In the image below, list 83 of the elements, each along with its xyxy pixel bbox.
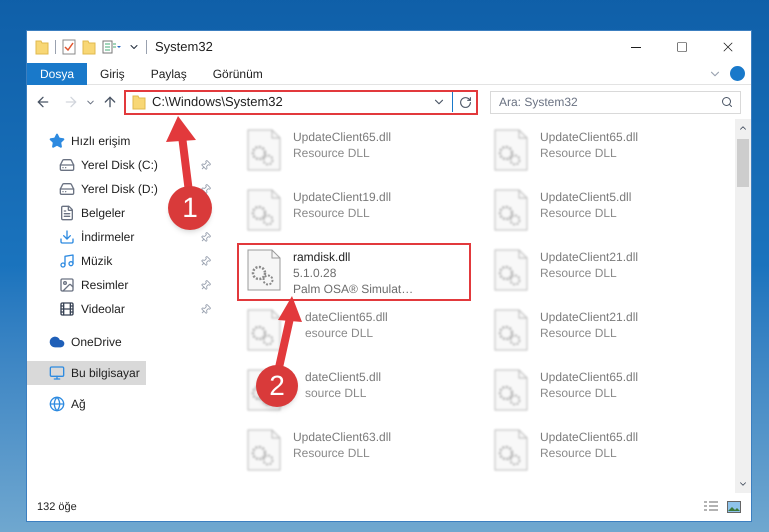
file-name[interactable]: UpdateClient65.dll — [293, 129, 392, 145]
help-icon[interactable] — [730, 66, 745, 81]
file-name[interactable]: UpdateClient63.dll — [293, 429, 392, 445]
ribbon-tab[interactable]: Görünüm — [200, 62, 276, 84]
sidebar-item[interactable]: Yerel Disk (D:) — [27, 177, 164, 201]
file-details: Resource DLL — [293, 445, 371, 461]
file-details: Resource DLL — [540, 385, 618, 401]
file-name[interactable]: dateClient65.dll — [305, 309, 388, 325]
back-icon[interactable] — [35, 94, 51, 110]
drive-icon — [59, 181, 75, 197]
ribbon-tab[interactable]: Dosya — [27, 62, 88, 84]
file-details: esource DLL — [305, 325, 374, 341]
file-details: Resource DLL — [540, 445, 618, 461]
search-icon[interactable] — [721, 96, 733, 108]
file-gear-icon — [247, 309, 281, 351]
document-icon — [59, 205, 75, 221]
file-gear-icon — [494, 369, 528, 411]
search-field[interactable]: Ara: System32 — [490, 90, 741, 114]
file-gear-icon — [247, 129, 281, 171]
item-count: 132 öğe — [37, 500, 78, 515]
file-details: 5.1.0.28 — [293, 265, 338, 281]
file-gear-icon — [494, 309, 528, 351]
file-details: source DLL — [305, 385, 368, 401]
details-view-icon[interactable] — [703, 501, 719, 513]
scrollbar-thumb[interactable] — [737, 139, 749, 187]
file-name[interactable]: UpdateClient21.dll — [540, 309, 638, 325]
file-details: Resource DLL — [540, 145, 618, 161]
ribbon-tab[interactable]: Paylaş — [138, 62, 200, 84]
folder-icon[interactable] — [132, 94, 146, 110]
sidebar-item[interactable]: Belgeler — [27, 201, 132, 225]
folder-icon[interactable] — [82, 39, 96, 55]
file-gear-icon — [494, 189, 528, 231]
file-details: Palm OSA® Simulat… — [293, 281, 414, 297]
refresh-icon[interactable] — [459, 96, 472, 108]
file-gear-icon — [247, 429, 281, 471]
file-gear-icon — [247, 249, 281, 291]
file-gear-icon — [494, 429, 528, 471]
file-name[interactable]: ramdisk.dll — [293, 249, 414, 265]
file-details: Resource DLL — [540, 205, 618, 221]
sidebar-item[interactable]: Müzik — [27, 249, 118, 273]
file-name[interactable]: UpdateClient19.dll — [293, 189, 392, 205]
window-title: System32 — [155, 38, 214, 56]
sidebar-item[interactable]: Bu bilgisayar — [27, 361, 146, 385]
highlighted-file-item[interactable]: ramdisk.dll 5.1.0.28 Palm OSA® Simulat… — [241, 247, 467, 297]
up-icon[interactable] — [102, 94, 118, 110]
properties-icon[interactable] — [102, 40, 122, 54]
sidebar-item[interactable]: İndirmeler — [27, 225, 140, 249]
file-gear-icon — [494, 129, 528, 171]
file-details: Resource DLL — [540, 325, 618, 341]
thumbnail-view-icon[interactable] — [727, 501, 741, 513]
sidebar-item[interactable]: Resimler — [27, 273, 134, 297]
file-name[interactable]: UpdateClient65.dll — [540, 369, 638, 385]
star-icon — [49, 133, 65, 149]
image-icon — [59, 277, 75, 293]
file-details: Resource DLL — [293, 145, 371, 161]
file-name[interactable]: UpdateClient65.dll — [540, 429, 638, 445]
sidebar-item[interactable]: Videolar — [27, 297, 131, 321]
download-icon — [59, 229, 75, 245]
folder-icon[interactable] — [35, 39, 49, 55]
file-name[interactable]: dateClient5.dll — [305, 369, 382, 385]
maximize-icon — [676, 41, 688, 53]
file-name[interactable]: UpdateClient65.dll — [540, 129, 638, 145]
drive-icon — [59, 157, 75, 173]
file-gear-icon — [494, 249, 528, 291]
minimize-icon — [631, 46, 641, 48]
sidebar-item[interactable]: Yerel Disk (C:) — [27, 153, 164, 177]
address-bar[interactable]: C:\Windows\System32 — [124, 90, 478, 114]
cloud-icon — [49, 334, 65, 350]
checklist-icon[interactable] — [62, 39, 76, 55]
sidebar-item[interactable]: Hızlı erişim — [27, 129, 136, 153]
file-name[interactable]: UpdateClient5.dll — [540, 189, 632, 205]
scrollbar[interactable] — [735, 119, 751, 493]
file-details: Resource DLL — [540, 265, 618, 281]
sidebar-item[interactable]: Ağ — [27, 392, 92, 416]
music-note-icon — [59, 253, 75, 269]
file-gear-icon — [247, 189, 281, 231]
monitor-icon — [49, 365, 65, 381]
globe-icon — [49, 396, 65, 412]
file-name[interactable]: UpdateClient21.dll — [540, 249, 638, 265]
ribbon-tab[interactable]: Giriş — [87, 62, 138, 84]
film-icon — [59, 301, 75, 317]
sidebar-item[interactable]: OneDrive — [27, 330, 128, 354]
file-details: Resource DLL — [293, 205, 371, 221]
